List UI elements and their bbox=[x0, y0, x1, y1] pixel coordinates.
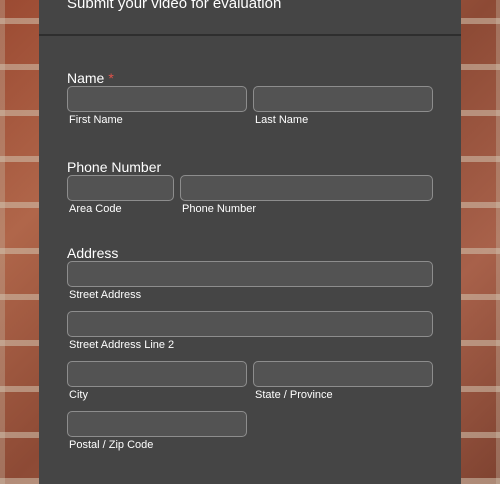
last-name-sublabel: Last Name bbox=[255, 114, 309, 126]
address-label: Address bbox=[67, 245, 119, 261]
street-address-line2-sublabel: Street Address Line 2 bbox=[69, 339, 175, 351]
street-address-input[interactable] bbox=[67, 261, 433, 287]
postal-code-input[interactable] bbox=[67, 411, 247, 437]
form-title: Submit your video for evaluation bbox=[67, 0, 282, 12]
city-input[interactable] bbox=[67, 361, 247, 387]
street-address-line2-input[interactable] bbox=[67, 311, 433, 337]
form-panel: Submit your video for evaluation Name * F… bbox=[39, 0, 461, 484]
phone-number-input[interactable] bbox=[180, 175, 433, 201]
last-name-input[interactable] bbox=[253, 86, 433, 112]
name-label: Name * bbox=[67, 69, 114, 87]
header-divider bbox=[39, 34, 461, 36]
name-label-text: Name bbox=[67, 70, 105, 86]
first-name-input[interactable] bbox=[67, 86, 247, 112]
street-address-sublabel: Street Address bbox=[69, 289, 142, 301]
area-code-sublabel: Area Code bbox=[69, 203, 122, 215]
first-name-sublabel: First Name bbox=[69, 114, 123, 126]
phone-number-sublabel: Phone Number bbox=[182, 203, 256, 215]
postal-code-sublabel: Postal / Zip Code bbox=[69, 439, 154, 451]
phone-label: Phone Number bbox=[67, 159, 162, 175]
required-mark: * bbox=[108, 70, 114, 86]
area-code-input[interactable] bbox=[67, 175, 174, 201]
state-province-sublabel: State / Province bbox=[255, 389, 333, 401]
state-province-input[interactable] bbox=[253, 361, 433, 387]
city-sublabel: City bbox=[69, 389, 88, 401]
